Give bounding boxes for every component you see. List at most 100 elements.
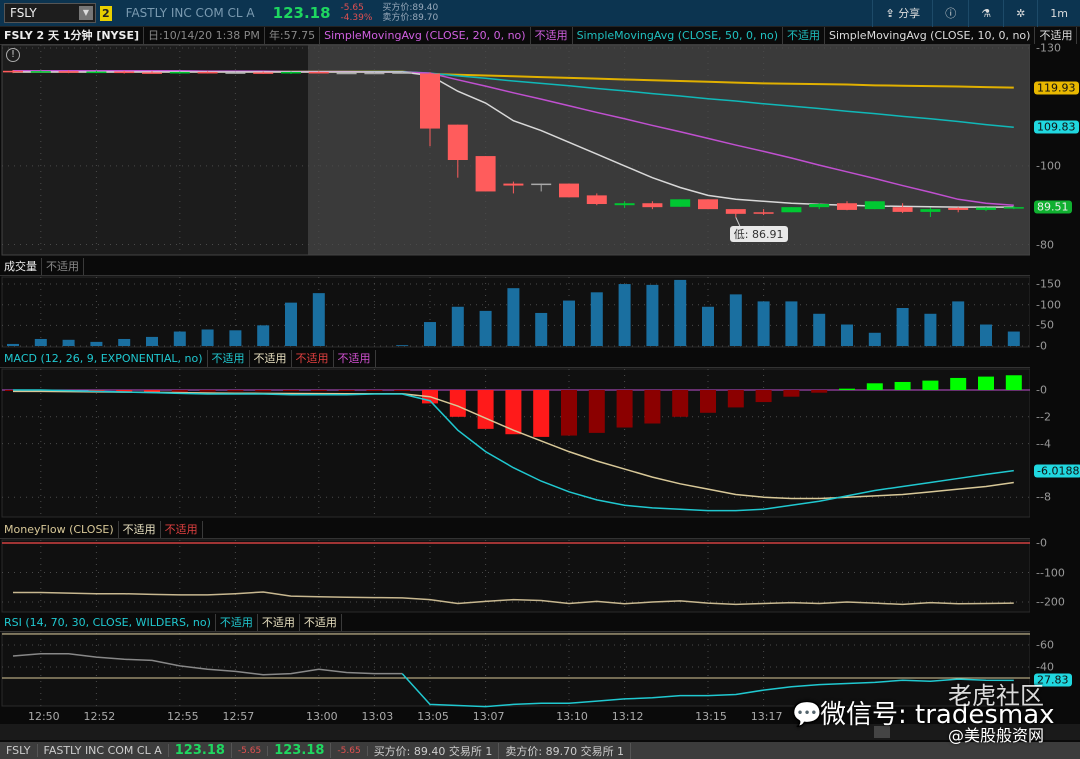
macd-histogram-bar	[894, 381, 911, 390]
sma50-badge: 109.83	[1034, 120, 1079, 134]
macd-histogram-bar	[310, 390, 327, 392]
candle-body	[253, 72, 274, 74]
status-last-1: 123.18	[169, 743, 232, 758]
volume-bar	[173, 331, 186, 346]
macd-histogram-bar	[561, 390, 577, 436]
candle-body	[753, 212, 774, 214]
status-ask: 卖方价: 89.70 交易所 1	[499, 742, 632, 759]
candle-body	[420, 73, 440, 129]
volume-bar	[563, 300, 575, 346]
candle-body	[142, 72, 162, 74]
candle-body	[531, 183, 552, 186]
volume-bar	[118, 338, 131, 346]
volume-bar	[618, 284, 631, 346]
candle-body	[197, 71, 218, 74]
volume-bar	[813, 313, 826, 346]
volume-bar	[285, 302, 297, 346]
macd-tick-label: --8	[1036, 490, 1051, 504]
candle-body	[864, 201, 885, 210]
time-tick-label: 12:57	[222, 710, 255, 723]
candle-body	[559, 183, 579, 198]
volume-bar	[590, 292, 603, 346]
macd-histogram-bar	[338, 390, 355, 391]
time-tick-label: 12:52	[83, 710, 116, 723]
status-company: FASTLY INC COM CL A	[38, 744, 169, 757]
candle-body	[1003, 207, 1024, 209]
moneyflow-panel-bg	[1, 539, 1031, 613]
macd-badge: -6.0188	[1034, 464, 1080, 478]
candle-body	[781, 207, 802, 213]
volume-bar	[396, 345, 409, 346]
candle-body	[948, 207, 969, 210]
macd-histogram-bar	[533, 390, 550, 437]
macd-histogram-bar	[227, 390, 244, 392]
volume-bar	[646, 284, 659, 346]
macd-histogram-bar	[700, 390, 716, 413]
volume-tick-label: -0	[1036, 339, 1047, 353]
volume-bar	[146, 336, 158, 346]
macd-histogram-bar	[950, 377, 967, 390]
price-tick-label: -100	[1036, 159, 1061, 173]
volume-bar	[729, 294, 742, 346]
candle-body	[364, 72, 385, 75]
chart-canvas[interactable]	[0, 0, 1080, 759]
moneyflow-tick-label: -0	[1036, 536, 1047, 550]
macd-histogram-bar	[922, 380, 939, 390]
rsi-tick-label: -60	[1036, 638, 1054, 652]
volume-bar	[424, 322, 436, 346]
watermark-site: @美股般资网	[948, 726, 1045, 745]
macd-histogram-bar	[672, 390, 689, 417]
time-tick-label: 13:15	[695, 710, 727, 723]
volume-bar	[7, 343, 19, 346]
volume-tick-label: -50	[1036, 318, 1054, 332]
candle-body	[447, 124, 468, 161]
candle-body	[586, 195, 607, 205]
status-symbol[interactable]: FSLY	[0, 744, 38, 757]
candle-body	[169, 71, 190, 74]
macd-histogram-bar	[727, 390, 744, 408]
candle-body	[392, 72, 413, 74]
macd-tick-label: --2	[1036, 410, 1051, 424]
rsi-tick-label: -40	[1036, 660, 1054, 674]
volume-bar	[535, 312, 548, 346]
macd-histogram-bar	[366, 390, 383, 391]
wechat-icon: 💬	[792, 700, 822, 728]
candle-body	[3, 70, 23, 73]
macd-histogram-bar	[644, 390, 661, 424]
status-bid: 买方价: 89.40 交易所 1	[368, 742, 500, 759]
candle-body	[698, 199, 718, 210]
volume-bar	[90, 341, 103, 346]
macd-tick-label: -0	[1036, 383, 1047, 397]
candle-body	[837, 203, 857, 210]
volume-bar	[62, 339, 75, 346]
candle-body	[475, 156, 496, 192]
time-tick-label: 13:00	[305, 710, 338, 723]
time-tick-label: 13:07	[472, 710, 505, 723]
macd-histogram-bar	[199, 390, 216, 392]
volume-bar	[1007, 331, 1020, 346]
volume-bar	[841, 324, 853, 346]
volume-tick-label: -150	[1036, 277, 1061, 291]
alert-icon[interactable]: !	[6, 48, 20, 62]
volume-bar	[479, 310, 492, 346]
time-tick-label: 13:12	[611, 710, 644, 723]
macd-histogram-bar	[866, 383, 883, 390]
candle-body	[225, 72, 246, 74]
volume-tick-label: -100	[1036, 298, 1061, 312]
time-tick-label: 12:50	[27, 710, 60, 723]
last-price-badge: 89.51	[1034, 200, 1072, 214]
status-change-1: -5.65	[232, 745, 269, 756]
volume-bar	[702, 306, 714, 346]
volume-bar	[952, 301, 965, 346]
volume-bar	[980, 324, 992, 346]
candle-body	[892, 207, 913, 212]
macd-histogram-bar	[283, 390, 299, 392]
macd-histogram-bar	[255, 390, 272, 392]
volume-bar	[257, 325, 270, 346]
candle-body	[30, 71, 51, 73]
candle-body	[809, 204, 830, 208]
volume-bar	[34, 338, 47, 346]
macd-histogram-bar	[755, 390, 772, 403]
candle-body	[614, 203, 635, 206]
volume-bar	[201, 329, 214, 346]
